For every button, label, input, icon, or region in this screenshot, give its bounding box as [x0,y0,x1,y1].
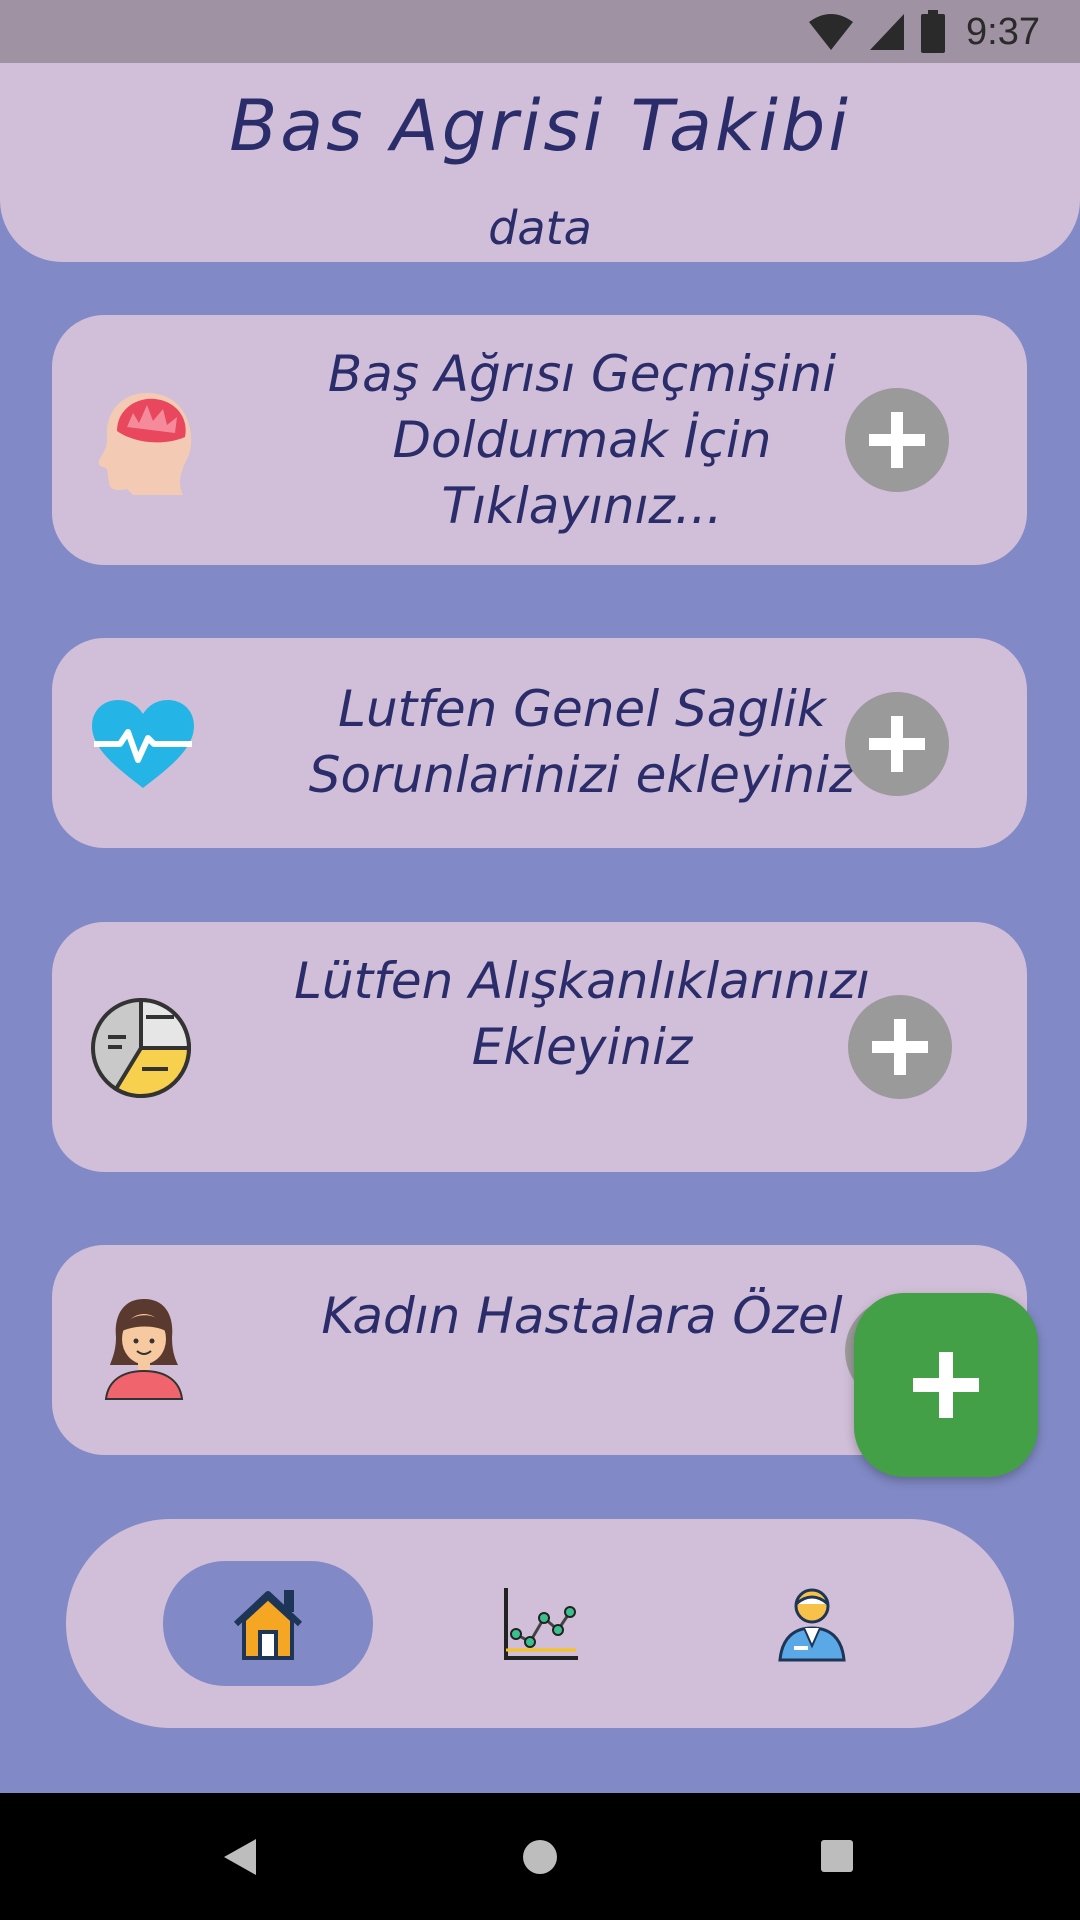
add-habits-button[interactable] [848,995,952,1099]
card-general-health[interactable]: Lutfen Genel Saglik Sorunlarinizi ekleyi… [52,638,1027,848]
add-headache-history-button[interactable] [845,388,949,492]
card-text: Lutfen Genel Saglik Sorunlarinizi ekleyi… [308,680,856,804]
recents-icon[interactable] [820,1839,854,1873]
wifi-icon [809,14,854,50]
signal-icon [870,14,905,50]
battery-icon [921,10,946,53]
app-title: Bas Agrisi Takibi [229,85,851,167]
floating-add-button[interactable] [854,1293,1038,1477]
home-circle-icon[interactable] [522,1839,558,1875]
nav-profile[interactable] [707,1561,917,1686]
status-icons: 9:37 [808,8,1040,56]
card-text: Kadın Hastalara Özel [321,1287,843,1345]
system-navigation-bar [0,1793,1080,1920]
card-headache-history[interactable]: Baş Ağrısı Geçmişini Doldurmak İçin Tıkl… [52,315,1027,565]
card-text: Baş Ağrısı Geçmişini Doldurmak İçin Tıkl… [327,345,837,535]
heart-pulse-icon [92,700,194,788]
status-time: 9:37 [966,10,1040,53]
bottom-navigation [66,1519,1014,1728]
nav-statistics[interactable] [435,1561,645,1686]
pie-chart-icon [91,997,192,1098]
home-icon [233,1589,303,1660]
back-icon[interactable] [222,1837,258,1877]
woman-avatar-icon [104,1299,184,1400]
app-subtitle: data [488,201,592,255]
nav-home[interactable] [163,1561,373,1686]
doctor-icon [778,1588,846,1661]
card-habits[interactable]: Lütfen Alışkanlıklarınızı Ekleyiniz [52,922,1027,1172]
card-text: Lütfen Alışkanlıklarınızı Ekleyiniz [294,952,870,1076]
line-chart-icon [504,1587,578,1660]
add-general-health-button[interactable] [845,692,949,796]
status-bar: 9:37 [0,0,1080,63]
app-header: Bas Agrisi Takibi data [0,63,1080,262]
brain-headache-icon [98,393,192,495]
